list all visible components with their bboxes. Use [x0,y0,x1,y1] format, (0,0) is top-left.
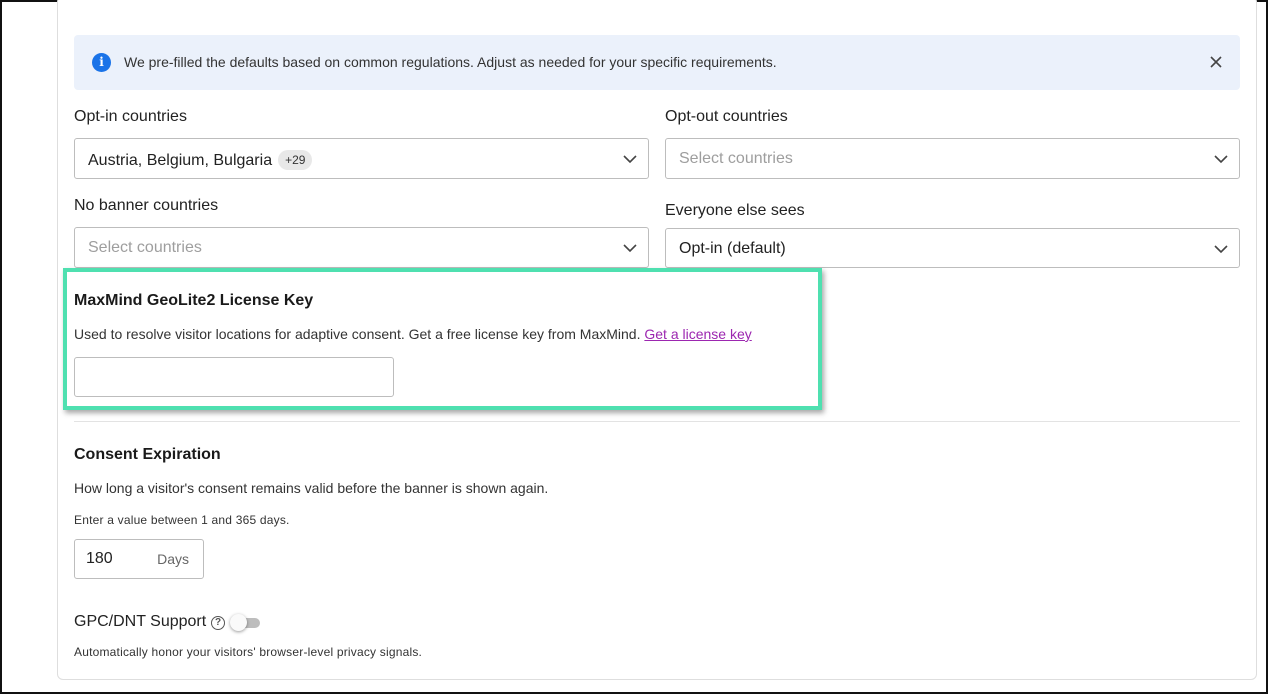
opt-out-countries-label: Opt-out countries [665,108,788,125]
opt-in-countries-label: Opt-in countries [74,108,187,125]
info-alert: i We pre-filled the defaults based on co… [74,35,1240,90]
get-license-key-link[interactable]: Get a license key [644,326,751,342]
opt-in-selected: Austria, Belgium, Bulgaria +29 [88,150,313,170]
maxmind-description-line: Used to resolve visitor locations for ad… [74,326,752,342]
maxmind-description: Used to resolve visitor locations for ad… [74,326,641,342]
opt-out-placeholder: Select countries [679,150,793,167]
no-banner-placeholder: Select countries [88,239,202,256]
info-icon: i [92,53,111,72]
chevron-down-icon [623,244,637,253]
gpc-dnt-toggle[interactable] [230,613,262,633]
chevron-down-icon [1214,245,1228,254]
alert-message: We pre-filled the defaults based on comm… [124,54,777,70]
chevron-down-icon [623,155,637,164]
close-alert-button[interactable] [1206,52,1226,72]
chevron-down-icon [1214,155,1228,164]
no-banner-countries-select[interactable]: Select countries [74,227,649,268]
opt-in-selected-value: Austria, Belgium, Bulgaria [88,152,273,169]
toggle-thumb [230,614,247,631]
opt-out-countries-select[interactable]: Select countries [665,138,1240,179]
consent-days-value: 180 [86,550,113,567]
help-icon[interactable]: ? [211,616,225,630]
maxmind-title: MaxMind GeoLite2 License Key [74,292,314,309]
consent-expiration-title: Consent Expiration [74,446,221,463]
everyone-else-select[interactable]: Opt-in (default) [665,228,1240,268]
close-icon [1210,56,1222,68]
everyone-else-label: Everyone else sees [665,202,805,219]
license-key-input[interactable] [74,357,394,397]
days-unit-label: Days [157,551,189,567]
everyone-else-value: Opt-in (default) [679,240,786,257]
consent-expiration-description: How long a visitor's consent remains val… [74,480,549,496]
section-divider [74,421,1240,422]
consent-days-input[interactable]: 180 Days [74,539,204,579]
consent-expiration-hint: Enter a value between 1 and 365 days. [74,513,290,527]
gpc-dnt-description: Automatically honor your visitors' brows… [74,645,423,659]
opt-in-countries-select[interactable]: Austria, Belgium, Bulgaria +29 [74,138,649,179]
gpc-dnt-label: GPC/DNT Support [74,613,207,630]
no-banner-countries-label: No banner countries [74,197,219,214]
more-countries-badge: +29 [278,150,313,170]
